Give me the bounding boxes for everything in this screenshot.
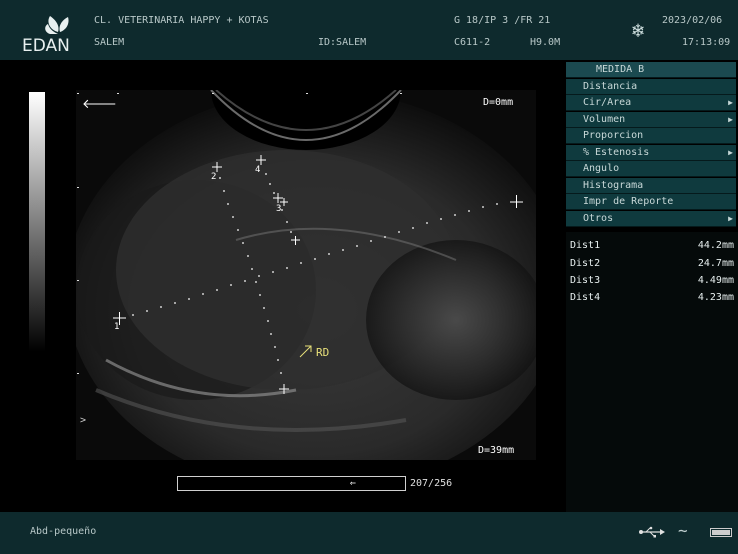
menu-item-otros[interactable]: Otros ▶ — [566, 210, 736, 227]
caliper-4b — [291, 236, 300, 245]
result-name: Dist3 — [570, 275, 601, 286]
cine-bar[interactable]: ⇐ — [177, 476, 406, 491]
result-name: Dist1 — [570, 240, 601, 251]
menu-label: Otros — [583, 212, 614, 224]
menu-label: Impr de Reporte — [583, 196, 674, 207]
caliper-2b — [279, 384, 289, 394]
submenu-arrow-icon: ▶ — [728, 98, 733, 107]
menu-label: Cir/Area — [583, 97, 632, 108]
result-row: Dist3 4.49mm — [570, 275, 734, 286]
depth-bottom: D=39mm — [478, 445, 515, 456]
menu-item-cir-area[interactable]: Cir/Area ▶ — [566, 95, 736, 111]
cine-frame-counter: 207/256 — [410, 478, 453, 489]
caliper-1b — [510, 195, 523, 208]
exam-preset: Abd-pequeño — [30, 526, 97, 537]
submenu-arrow-icon: ▶ — [728, 114, 733, 124]
menu-label: % Estenosis — [583, 146, 650, 158]
focus-marker: > — [80, 415, 87, 426]
battery-icon — [710, 528, 732, 537]
menu-label: Distancia — [583, 80, 638, 92]
usb-icon — [639, 526, 665, 538]
caliper-2 — [212, 162, 222, 172]
menu-item-impr-reporte[interactable]: Impr de Reporte — [566, 194, 736, 210]
measurement-results: Dist1 44.2mm Dist2 24.7mm Dist3 4.49mm Dist… — [566, 232, 738, 512]
dist2-line — [219, 177, 282, 374]
menu-title: MEDIDA B — [566, 62, 736, 78]
submenu-arrow-icon: ▶ — [728, 147, 733, 157]
menu-item-proporcion[interactable]: Proporcion — [566, 128, 736, 144]
result-value: 24.7mm — [697, 258, 734, 269]
caliper-label-4: 4 — [255, 165, 261, 175]
result-row: Dist2 24.7mm — [570, 258, 734, 269]
caliper-label-2: 2 — [211, 172, 217, 182]
result-row: Dist1 44.2mm — [570, 240, 734, 251]
caliper-label-3: 3 — [276, 204, 282, 214]
result-value: 4.23mm — [697, 292, 734, 303]
result-name: Dist2 — [570, 258, 601, 269]
menu-item-angulo[interactable]: Angulo — [566, 161, 736, 177]
ac-power-icon: ∼ — [678, 521, 688, 540]
caliper-4 — [256, 155, 266, 165]
orientation-arrow-icon: 🡐 — [82, 97, 117, 112]
result-row: Dist4 4.23mm — [570, 292, 734, 303]
menu-item-volumen[interactable]: Volumen ▶ — [566, 111, 736, 128]
result-value: 44.2mm — [697, 240, 734, 251]
submenu-arrow-icon: ▶ — [728, 213, 733, 223]
dist1-line — [132, 203, 498, 316]
menu-label: Volumen — [583, 113, 626, 125]
footer-bar: Abd-pequeño ∼ — [0, 512, 738, 554]
menu-label: Proporcion — [583, 130, 644, 141]
menu-label: Angulo — [583, 163, 620, 174]
menu-item-distancia[interactable]: Distancia — [566, 78, 736, 95]
depth-top: D=0mm — [483, 97, 514, 108]
annotation-arrow-icon — [299, 345, 312, 358]
menu-label: Histograma — [583, 179, 644, 191]
menu-item-estenosis[interactable]: % Estenosis ▶ — [566, 144, 736, 161]
result-name: Dist4 — [570, 292, 601, 303]
measure-menu: MEDIDA B Distancia Cir/Area ▶ Volumen ▶ Pr… — [566, 62, 736, 227]
caliper-label-1: 1 — [114, 322, 120, 332]
cine-position-icon[interactable]: ⇐ — [350, 478, 356, 489]
menu-item-histograma[interactable]: Histograma — [566, 177, 736, 194]
annotation-text[interactable]: RD — [316, 346, 329, 359]
result-value: 4.49mm — [697, 275, 734, 286]
